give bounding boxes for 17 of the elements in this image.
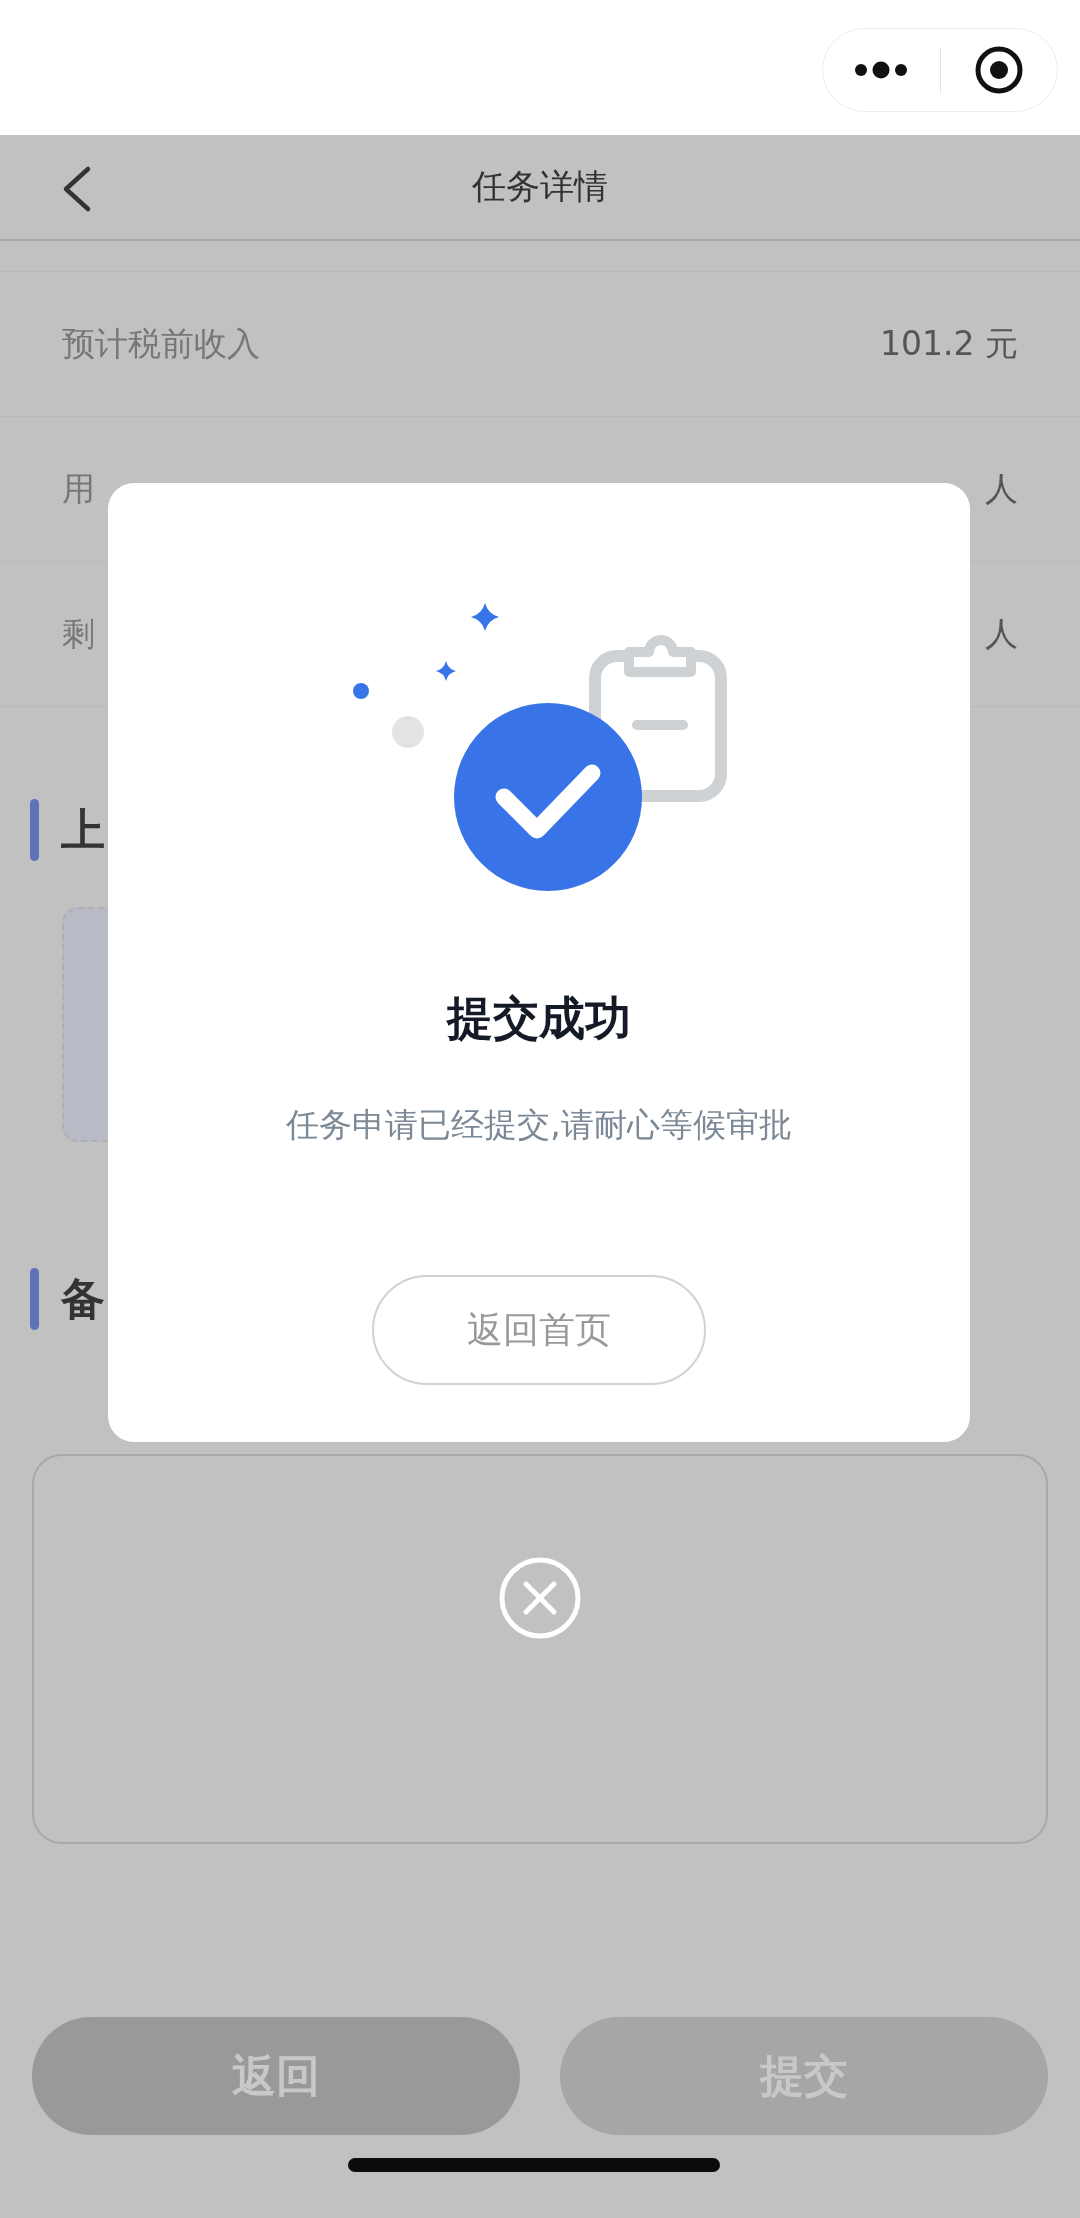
dialog-title: 提交成功 [447,990,631,1047]
row-label: 预计税前收入 [62,322,260,365]
page-title: 任务详情 [472,165,608,208]
row-value: 101.2 元 [880,322,1018,365]
home-button[interactable]: 返回首页 [372,1275,706,1385]
section-title: 备 [61,1271,105,1326]
more-icon[interactable] [853,61,910,79]
section-marker [30,799,39,861]
section-title: 上 [61,802,105,857]
row-label: 剩 [62,612,95,655]
close-target-icon[interactable] [973,45,1024,95]
row-value: 人 [985,612,1018,655]
dialog-message: 任务申请已经提交,请耐心等候审批 [286,1104,792,1146]
row-label: 用 [62,467,95,510]
remark-input-field[interactable] [32,1454,1048,1844]
row-value: 人 [985,467,1018,510]
section-marker [30,1268,39,1330]
